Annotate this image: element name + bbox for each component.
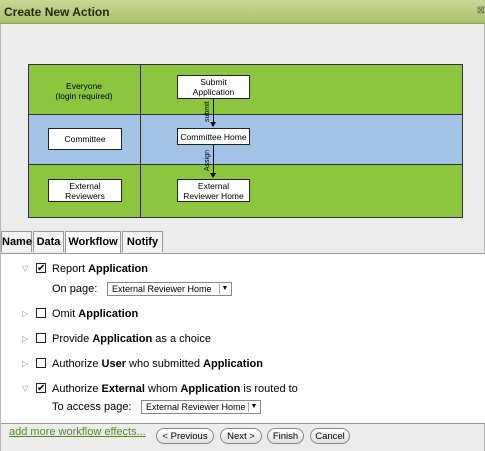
tab-notify[interactable]: Notify (122, 231, 163, 252)
arrow-submit-label: submit (204, 101, 211, 122)
effect-row-authorize-user: ▷ Authorize User who submitted Applicati… (1, 356, 485, 372)
to-access-page-label: To access page: (52, 401, 132, 413)
dialog-body: Everyone (login required) Committee Exte… (0, 24, 485, 451)
role-box-external-reviewers[interactable]: External Reviewers (48, 179, 122, 202)
role-label-everyone: Everyone (login required) (55, 81, 113, 101)
on-page-label: On page: (52, 283, 98, 295)
tab-name[interactable]: Name (1, 231, 32, 252)
effect-row-authorize-external: ▽ Authorize External whom Application is… (1, 381, 485, 397)
tab-workflow[interactable]: Workflow (65, 231, 121, 253)
finish-button[interactable]: Finish (267, 428, 304, 444)
effect-label: Authorize User who submitted Application (52, 358, 263, 370)
effect-checkbox-omit[interactable] (36, 308, 46, 318)
effect-label: Omit Application (52, 308, 139, 320)
to-access-page-select[interactable]: External Reviewer Home ▼ (141, 400, 261, 414)
previous-button[interactable]: < Previous (156, 428, 214, 444)
close-icon[interactable]: ⊠ (477, 5, 485, 16)
collapse-triangle-icon[interactable]: ▽ (22, 261, 28, 277)
effect-label: Report Application (52, 263, 148, 275)
effect-sub-row-report: On page: External Reviewer Home ▼ (1, 281, 485, 297)
effect-row-omit: ▷ Omit Application (1, 306, 485, 322)
workflow-diagram: Everyone (login required) Committee Exte… (28, 64, 463, 218)
effect-row-report: ▽ Report Application (1, 261, 485, 277)
tab-data[interactable]: Data (33, 231, 64, 252)
arrow-submit-head (210, 122, 216, 127)
workflow-panel: ▽ Report Application On page: External R… (1, 253, 485, 438)
page-box-committee-home[interactable]: Committee Home (177, 128, 250, 145)
page-box-submit-application[interactable]: Submit Application (177, 75, 250, 99)
next-button[interactable]: Next > (220, 428, 262, 444)
page-box-external-reviewer-home[interactable]: External Reviewer Home (177, 179, 250, 202)
on-page-select[interactable]: External Reviewer Home ▼ (107, 282, 232, 296)
effect-checkbox-report[interactable] (36, 261, 46, 277)
expand-triangle-icon[interactable]: ▷ (22, 306, 28, 322)
lane-divider (140, 65, 141, 217)
chevron-down-icon: ▼ (219, 284, 230, 294)
effect-checkbox-authorize-external[interactable] (36, 381, 46, 397)
expand-triangle-icon[interactable]: ▷ (22, 356, 28, 372)
effect-label: Authorize External whom Application is r… (52, 383, 298, 395)
arrow-assign-line (213, 145, 214, 174)
chevron-down-icon: ▼ (248, 402, 259, 412)
cancel-button[interactable]: Cancel (310, 428, 350, 444)
effect-label: Provide Application as a choice (52, 333, 211, 345)
effect-sub-row-authorize-external: To access page: External Reviewer Home ▼ (1, 399, 485, 415)
effect-row-provide: ▷ Provide Application as a choice (1, 331, 485, 347)
arrow-submit-line (213, 99, 214, 123)
arrow-assign-head (210, 173, 216, 178)
arrow-assign-label: Assign (204, 149, 211, 171)
expand-triangle-icon[interactable]: ▷ (22, 331, 28, 347)
wizard-button-bar: < Previous Next > Finish Cancel (0, 428, 485, 446)
window-title: Create New Action (4, 5, 110, 19)
collapse-triangle-icon[interactable]: ▽ (22, 381, 28, 397)
role-box-committee[interactable]: Committee (48, 128, 122, 150)
window-title-bar: Create New Action ⊠ (0, 0, 485, 24)
effect-checkbox-provide[interactable] (36, 333, 46, 343)
effect-checkbox-authorize-user[interactable] (36, 358, 46, 368)
